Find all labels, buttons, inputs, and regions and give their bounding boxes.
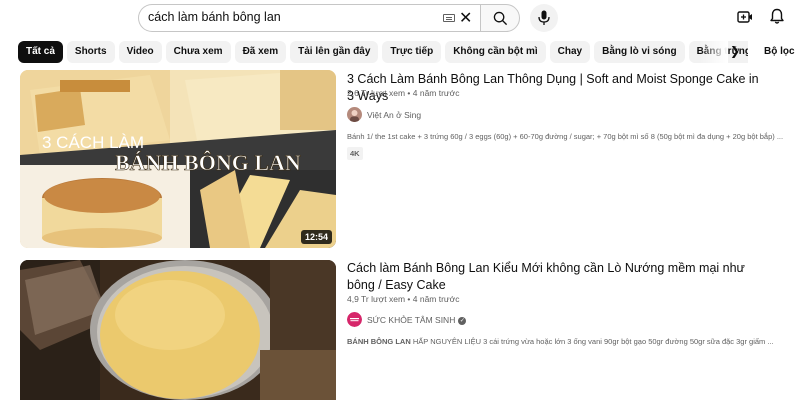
channel-name[interactable]: Việt An ở Sing (367, 110, 421, 120)
chips-fade (700, 41, 728, 63)
search-icon (493, 11, 508, 26)
filter-chip[interactable]: Trực tiếp (382, 41, 442, 63)
thumbnail-text-line2: BÁNH BÔNG LAN (115, 150, 301, 175)
view-count: 4,9 Tr lượt xem (347, 294, 406, 304)
video-result: 3 CÁCH LÀM BÁNH BÔNG LAN 12:54 3 Cách Là… (0, 70, 800, 250)
channel-avatar[interactable] (347, 107, 362, 122)
channel-avatar[interactable] (347, 312, 362, 327)
search-input[interactable]: cách làm bánh bông lan (148, 10, 428, 24)
avatar-image (347, 107, 362, 122)
search-button[interactable] (480, 4, 520, 32)
video-thumbnail[interactable] (20, 260, 336, 400)
filters-button[interactable]: Bộ lọc (764, 46, 795, 57)
video-thumbnail[interactable]: 3 CÁCH LÀM BÁNH BÔNG LAN 12:54 (20, 70, 336, 248)
chevron-right-icon[interactable]: ❯ (730, 44, 740, 58)
filter-chip[interactable]: Chưa xem (165, 41, 231, 63)
video-description: Bánh 1/ the 1st cake + 3 trứng 60g / 3 e… (347, 132, 784, 141)
filter-chip[interactable]: Tải lên gần đây (290, 41, 379, 63)
avatar-image (347, 312, 362, 327)
keyboard-icon[interactable] (443, 14, 455, 22)
search-box[interactable]: cách làm bánh bông lan ✕ (138, 4, 480, 32)
description-text: HẤP NGUYÊN LIỆU 3 cái trứng vừa hoặc lớn… (410, 337, 774, 346)
verified-check-icon: ✓ (458, 316, 467, 325)
microphone-icon (538, 10, 550, 25)
video-title[interactable]: Cách làm Bánh Bông Lan Kiểu Mới không cầ… (347, 260, 767, 294)
filter-chip[interactable]: Video (118, 41, 162, 63)
thumbnail-image (20, 260, 336, 400)
description-highlight: BÁNH BÔNG LAN (347, 337, 411, 346)
thumbnail-image: 3 CÁCH LÀM BÁNH BÔNG LAN (20, 70, 336, 248)
view-count: 2,6 Tr lượt xem (347, 88, 406, 98)
voice-search-button[interactable] (530, 4, 558, 32)
filter-chip[interactable]: Không cần bột mì (445, 41, 546, 63)
top-bar: cách làm bánh bông lan ✕ (0, 0, 800, 36)
video-meta: 2,6 Tr lượt xem • 4 năm trước (347, 88, 459, 98)
filter-chip[interactable]: Chay (549, 41, 591, 63)
upload-age: 4 năm trước (412, 294, 460, 304)
filter-chip[interactable]: Đã xem (234, 41, 287, 63)
quality-badge-4k: 4K (347, 147, 363, 160)
video-meta: 4,9 Tr lượt xem • 4 năm trước (347, 294, 459, 304)
filter-chip[interactable]: Tất cả (18, 41, 63, 63)
create-video-icon[interactable] (737, 9, 753, 25)
video-result: Cách làm Bánh Bông Lan Kiểu Mới không cầ… (0, 260, 800, 400)
filter-chip[interactable]: Bằng lò vi sóng (594, 41, 685, 63)
video-description: BÁNH BÔNG LAN HẤP NGUYÊN LIỆU 3 cái trứn… (347, 337, 792, 346)
upload-age: 4 năm trước (412, 88, 460, 98)
filter-chip[interactable]: Shorts (66, 41, 115, 63)
channel-name[interactable]: SỨC KHỎE TÂM SINH ✓ (367, 315, 467, 325)
channel-name-text: SỨC KHỎE TÂM SINH (367, 315, 456, 325)
video-duration-badge: 12:54 (300, 230, 332, 244)
notifications-bell-icon[interactable] (769, 8, 785, 25)
filter-chips-bar: Tất cả Shorts Video Chưa xem Đã xem Tải lên g… (18, 41, 748, 63)
clear-search-icon[interactable]: ✕ (459, 11, 472, 27)
